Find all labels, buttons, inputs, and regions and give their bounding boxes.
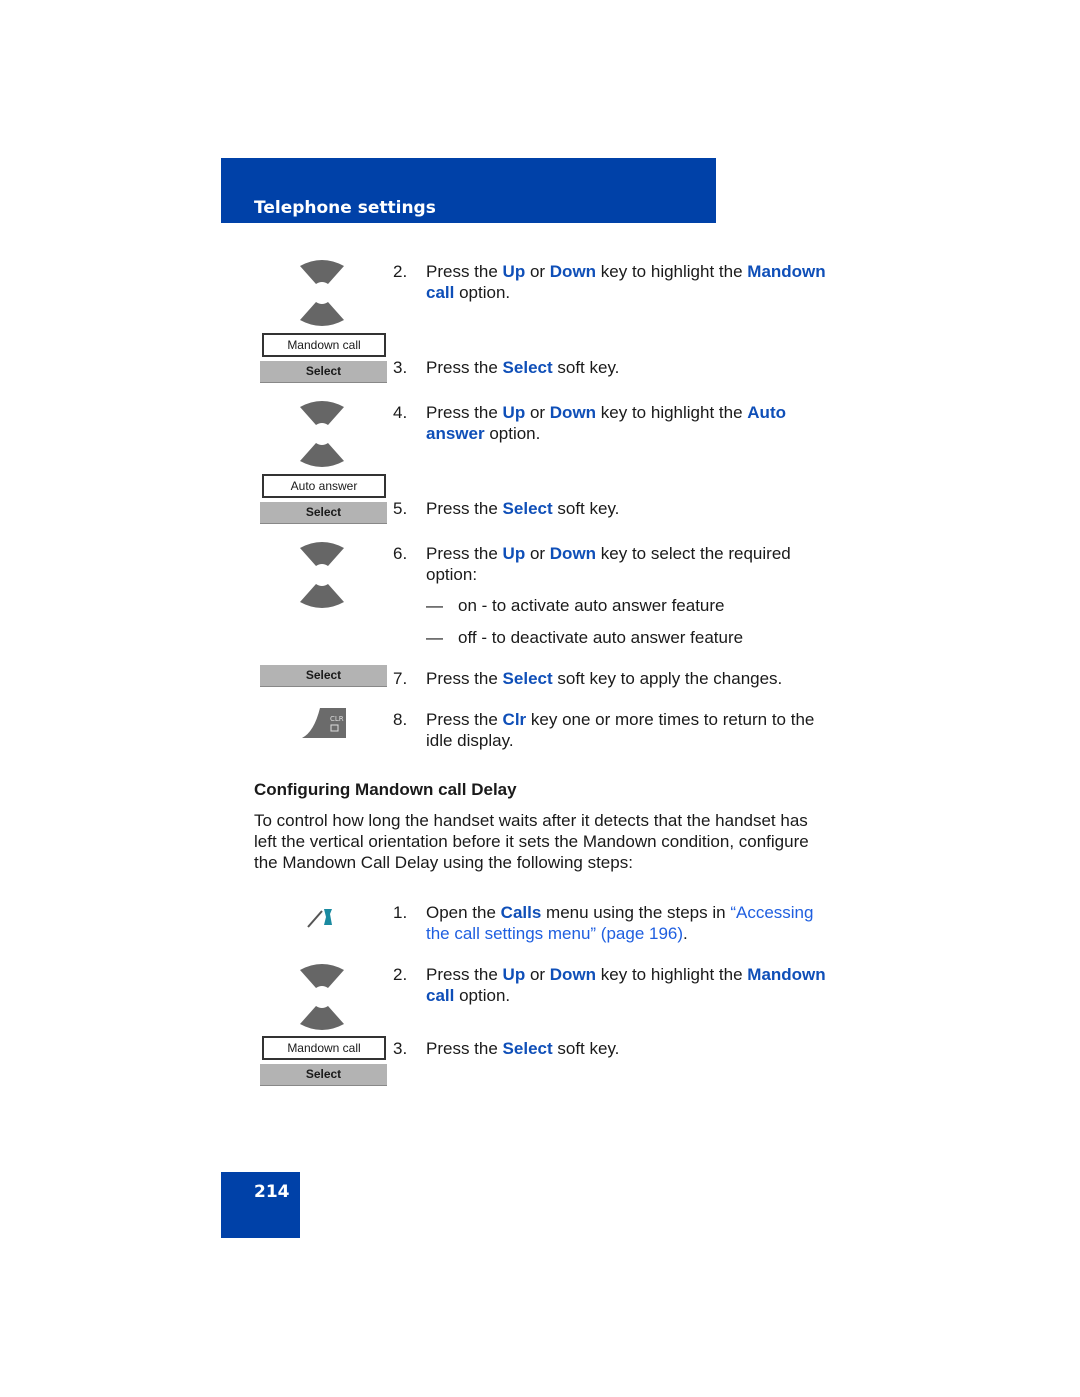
text-segment: Press the [426, 710, 503, 729]
up-down-key-icon [300, 542, 344, 608]
dash: — [426, 596, 443, 615]
key-highlight: Up [502, 262, 526, 281]
display-mandown-call: Mandown call [262, 333, 386, 357]
key-highlight: Up [502, 965, 526, 984]
header-title: Telephone settings [254, 198, 436, 218]
up-down-key-icon [300, 260, 344, 326]
text-segment: Press the [426, 965, 503, 984]
step-text: Press the Select soft key. [426, 498, 826, 519]
step-number: 2. [393, 262, 408, 281]
key-highlight: Select [502, 669, 553, 688]
key-highlight: Up [502, 403, 526, 422]
text-segment: soft key. [552, 499, 620, 518]
text-segment: Press the [426, 403, 503, 422]
text-segment: key to highlight the [596, 965, 748, 984]
step-number: 3. [393, 358, 408, 377]
key-highlight: Select [502, 1039, 553, 1058]
bullet-text: off - to deactivate auto answer feature [458, 628, 744, 647]
section-intro: To control how long the handset waits af… [254, 811, 809, 872]
text-segment: Open the [426, 903, 501, 922]
select-softkey[interactable]: Select [260, 665, 387, 687]
key-highlight: Down [549, 403, 597, 422]
text-segment: option. [484, 424, 541, 443]
select-softkey[interactable]: Select [260, 361, 387, 383]
section-title: Configuring Mandown call Delay [254, 780, 517, 799]
step-number: 8. [393, 710, 408, 729]
text-segment: Press the [426, 1039, 503, 1058]
text-segment: soft key to apply the changes. [552, 669, 783, 688]
key-highlight: Select [502, 499, 553, 518]
key-highlight: Up [502, 544, 526, 563]
step-number: 2. [393, 965, 408, 984]
key-highlight: Down [549, 965, 597, 984]
select-softkey[interactable]: Select [260, 502, 387, 524]
text-segment: or [525, 403, 550, 422]
text-segment: option. [454, 283, 511, 302]
step-text: Press the Up or Down key to highlight th… [426, 964, 826, 1006]
text-segment: soft key. [552, 1039, 620, 1058]
key-highlight: Down [549, 262, 597, 281]
step-text: Press the Up or Down key to highlight th… [426, 402, 826, 444]
text-segment: Press the [426, 262, 503, 281]
step-number: 3. [393, 1039, 408, 1058]
text-segment: . [683, 924, 688, 943]
text-segment: Press the [426, 499, 503, 518]
svg-text:CLR: CLR [330, 715, 344, 723]
step-text: Press the Select soft key. [426, 357, 826, 378]
text-segment: or [525, 262, 550, 281]
manual-page: Telephone settings Mandown call Select A… [0, 0, 1080, 1397]
key-highlight: Clr [502, 710, 527, 729]
step-text: Press the Select soft key to apply the c… [426, 668, 826, 689]
clr-key-icon: CLR [302, 708, 346, 738]
text-segment: menu using the steps in [541, 903, 731, 922]
key-highlight: Select [502, 358, 553, 377]
key-highlight: Calls [500, 903, 542, 922]
text-segment: option. [454, 986, 511, 1005]
step-text: Press the Up or Down key to select the r… [426, 543, 826, 585]
up-down-key-icon [300, 401, 344, 467]
step-text: Press the Up or Down key to highlight th… [426, 261, 826, 303]
step-text: Open the Calls menu using the steps in “… [426, 902, 826, 944]
step-text: Press the Select soft key. [426, 1038, 826, 1059]
display-auto-answer: Auto answer [262, 474, 386, 498]
text-segment: or [525, 544, 550, 563]
step-number: 5. [393, 499, 408, 518]
text-segment: soft key. [552, 358, 620, 377]
page-number: 214 [254, 1182, 290, 1202]
text-segment: Press the [426, 544, 503, 563]
display-mandown-call: Mandown call [262, 1036, 386, 1060]
text-segment: Press the [426, 358, 503, 377]
option-bullet: — on - to activate auto answer feature [426, 595, 725, 616]
text-segment: key to highlight the [596, 262, 748, 281]
step-number: 6. [393, 544, 408, 563]
bullet-text: on - to activate auto answer feature [458, 596, 725, 615]
option-bullet: — off - to deactivate auto answer feature [426, 627, 743, 648]
key-highlight: Down [549, 544, 597, 563]
text-segment: key to highlight the [596, 403, 748, 422]
up-down-key-icon [300, 964, 344, 1030]
dash: — [426, 628, 443, 647]
step-number: 7. [393, 669, 408, 688]
text-segment: or [525, 965, 550, 984]
select-softkey[interactable]: Select [260, 1064, 387, 1086]
step-text: Press the Clr key one or more times to r… [426, 709, 826, 751]
step-number: 1. [393, 903, 408, 922]
page-number-box: 214 [221, 1172, 300, 1238]
page-header: Telephone settings [221, 158, 716, 223]
step-number: 4. [393, 403, 408, 422]
text-segment: Press the [426, 669, 503, 688]
calls-menu-icon [307, 909, 332, 928]
